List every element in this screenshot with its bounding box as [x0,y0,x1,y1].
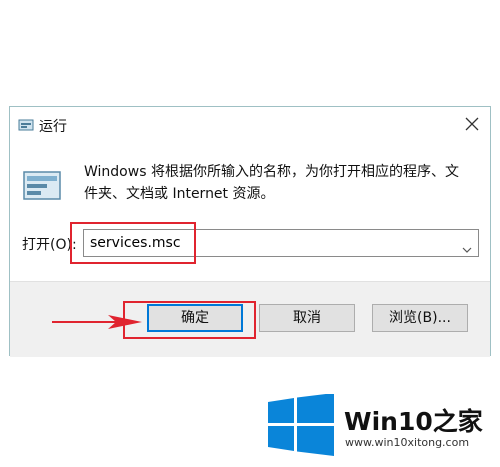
title-bar: 运行 [10,107,490,143]
watermark-url: www.win10xitong.com [345,436,470,449]
highlight-input-box [70,222,196,264]
close-icon[interactable] [464,116,480,136]
pointer-arrow-icon [52,312,144,336]
dialog-description: Windows 将根据你所输入的名称，为你打开相应的程序、文件夹、文档或 Int… [84,164,459,202]
browse-button[interactable]: 浏览(B)... [372,304,468,332]
cancel-button[interactable]: 取消 [259,304,355,332]
run-icon [18,117,34,136]
chevron-down-icon[interactable] [462,239,472,258]
run-large-icon [23,171,61,205]
open-label: 打开(O): [22,237,77,253]
dialog-title: 运行 [39,119,67,135]
watermark-brand: Win10之家 [344,407,483,436]
windows-logo [266,393,336,460]
